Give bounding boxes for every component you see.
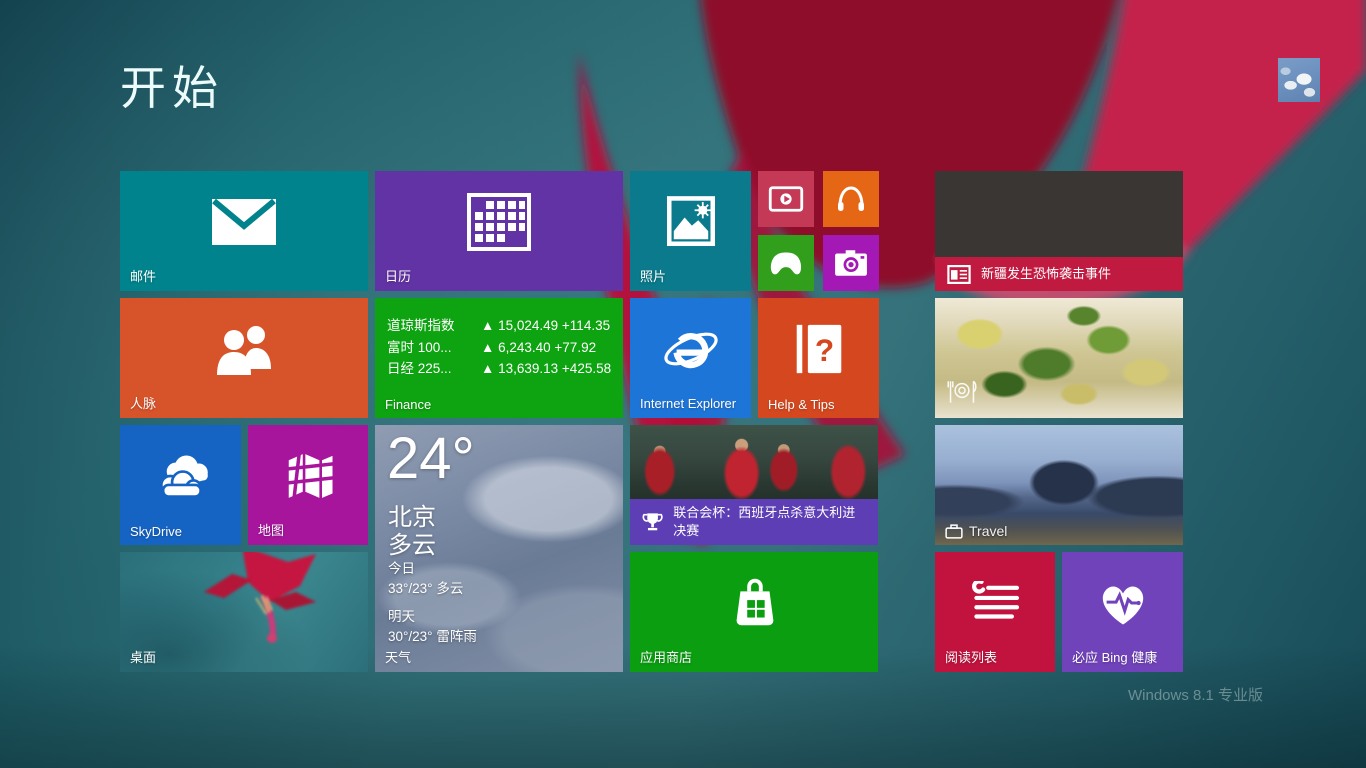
skydrive-clouds-icon xyxy=(148,451,214,501)
tile-desktop[interactable]: 桌面 xyxy=(120,552,368,672)
page-title: 开始 xyxy=(120,52,224,118)
tile-games[interactable] xyxy=(758,235,814,291)
tile-mail-label: 邮件 xyxy=(130,266,156,285)
user-avatar[interactable] xyxy=(1278,58,1320,102)
tile-sports[interactable]: 联合会杯：西班牙点杀意大利进决赛 xyxy=(630,425,878,545)
tile-store-label: 应用商店 xyxy=(640,647,692,666)
tile-reading-list[interactable]: 阅读列表 xyxy=(935,552,1055,672)
start-screen: 开始 邮件 xyxy=(0,0,1366,768)
finance-row: 道琼斯指数▲ 15,024.49 +114.35 xyxy=(387,315,611,337)
photos-icon xyxy=(662,193,720,251)
tile-music[interactable] xyxy=(823,171,879,227)
people-icon xyxy=(211,323,277,375)
tile-weather-label: 天气 xyxy=(385,647,411,666)
tile-video[interactable] xyxy=(758,171,814,227)
windows-edition-watermark: Windows 8.1 专业版 xyxy=(1128,684,1263,705)
tile-food[interactable] xyxy=(935,298,1183,418)
tile-travel[interactable]: Travel xyxy=(935,425,1183,545)
camera-icon xyxy=(834,249,868,277)
tile-photos-label: 照片 xyxy=(640,266,666,285)
trophy-icon xyxy=(642,511,663,533)
weather-tomorrow-label: 明天 xyxy=(388,607,415,627)
tile-maps[interactable]: 地图 xyxy=(248,425,368,545)
news-icon xyxy=(947,265,971,284)
tile-help-label: Help & Tips xyxy=(768,397,834,412)
tile-ie-label: Internet Explorer xyxy=(640,396,740,412)
tile-photos[interactable]: 照片 xyxy=(630,171,751,291)
news-headline: 新疆发生恐怖袭击事件 xyxy=(981,265,1111,283)
help-tips-icon: ? xyxy=(793,321,845,377)
maps-icon xyxy=(280,448,336,504)
sports-photo xyxy=(630,425,878,503)
weather-today-label: 今日 xyxy=(388,559,415,579)
tile-grid: 邮件 日历 xyxy=(120,171,1184,672)
tile-people[interactable]: 人脉 xyxy=(120,298,368,418)
tile-finance[interactable]: 道琼斯指数▲ 15,024.49 +114.35 富时 100...▲ 6,24… xyxy=(375,298,623,418)
tile-people-label: 人脉 xyxy=(130,393,156,412)
tile-bing-health-label: 必应 Bing 健康 xyxy=(1072,647,1157,666)
mail-icon xyxy=(211,198,277,246)
travel-label: Travel xyxy=(969,523,1007,539)
tile-news[interactable]: 新疆发生恐怖袭击事件 xyxy=(935,171,1183,291)
travel-suitcase-icon xyxy=(945,524,963,539)
tile-internet-explorer[interactable]: Internet Explorer xyxy=(630,298,751,418)
tile-calendar[interactable]: 日历 xyxy=(375,171,623,291)
sports-headline: 联合会杯：西班牙点杀意大利进决赛 xyxy=(673,504,866,539)
reading-list-icon xyxy=(968,581,1022,625)
bing-health-heart-icon xyxy=(1095,578,1151,628)
weather-condition: 多云 xyxy=(388,525,436,560)
tile-mail[interactable]: 邮件 xyxy=(120,171,368,291)
tile-finance-label: Finance xyxy=(385,397,431,412)
news-photo xyxy=(935,171,1183,257)
tile-help-tips[interactable]: ? Help & Tips xyxy=(758,298,879,418)
tile-bing-health[interactable]: 必应 Bing 健康 xyxy=(1062,552,1183,672)
finance-row: 富时 100...▲ 6,243.40 +77.92 xyxy=(387,337,611,359)
calendar-icon xyxy=(467,193,531,251)
tile-skydrive[interactable]: SkyDrive xyxy=(120,425,241,545)
music-headphones-icon xyxy=(835,183,867,215)
desktop-flower-image xyxy=(120,552,368,672)
internet-explorer-icon xyxy=(660,322,722,376)
weather-temp: 24° xyxy=(387,427,475,491)
tile-reading-list-label: 阅读列表 xyxy=(945,647,997,666)
tile-maps-label: 地图 xyxy=(258,520,284,539)
finance-quotes: 道琼斯指数▲ 15,024.49 +114.35 富时 100...▲ 6,24… xyxy=(387,315,611,380)
tile-skydrive-label: SkyDrive xyxy=(130,524,182,539)
store-bag-icon xyxy=(723,572,785,634)
tile-store[interactable]: 应用商店 xyxy=(630,552,878,672)
weather-today-value: 33°/23° 多云 xyxy=(388,579,463,599)
weather-tomorrow-value: 30°/23° 雷阵雨 xyxy=(388,627,477,647)
tile-desktop-label: 桌面 xyxy=(130,647,156,666)
tile-calendar-label: 日历 xyxy=(385,266,411,285)
games-controller-icon xyxy=(768,250,804,276)
finance-row: 日经 225...▲ 13,639.13 +425.58 xyxy=(387,358,611,380)
food-cutlery-icon xyxy=(945,379,979,405)
tile-camera[interactable] xyxy=(823,235,879,291)
tile-weather[interactable]: 24° 北京 多云 今日 33°/23° 多云 明天 30°/23° 雷阵雨 天… xyxy=(375,425,623,672)
video-icon xyxy=(768,185,804,213)
svg-text:?: ? xyxy=(814,332,833,368)
